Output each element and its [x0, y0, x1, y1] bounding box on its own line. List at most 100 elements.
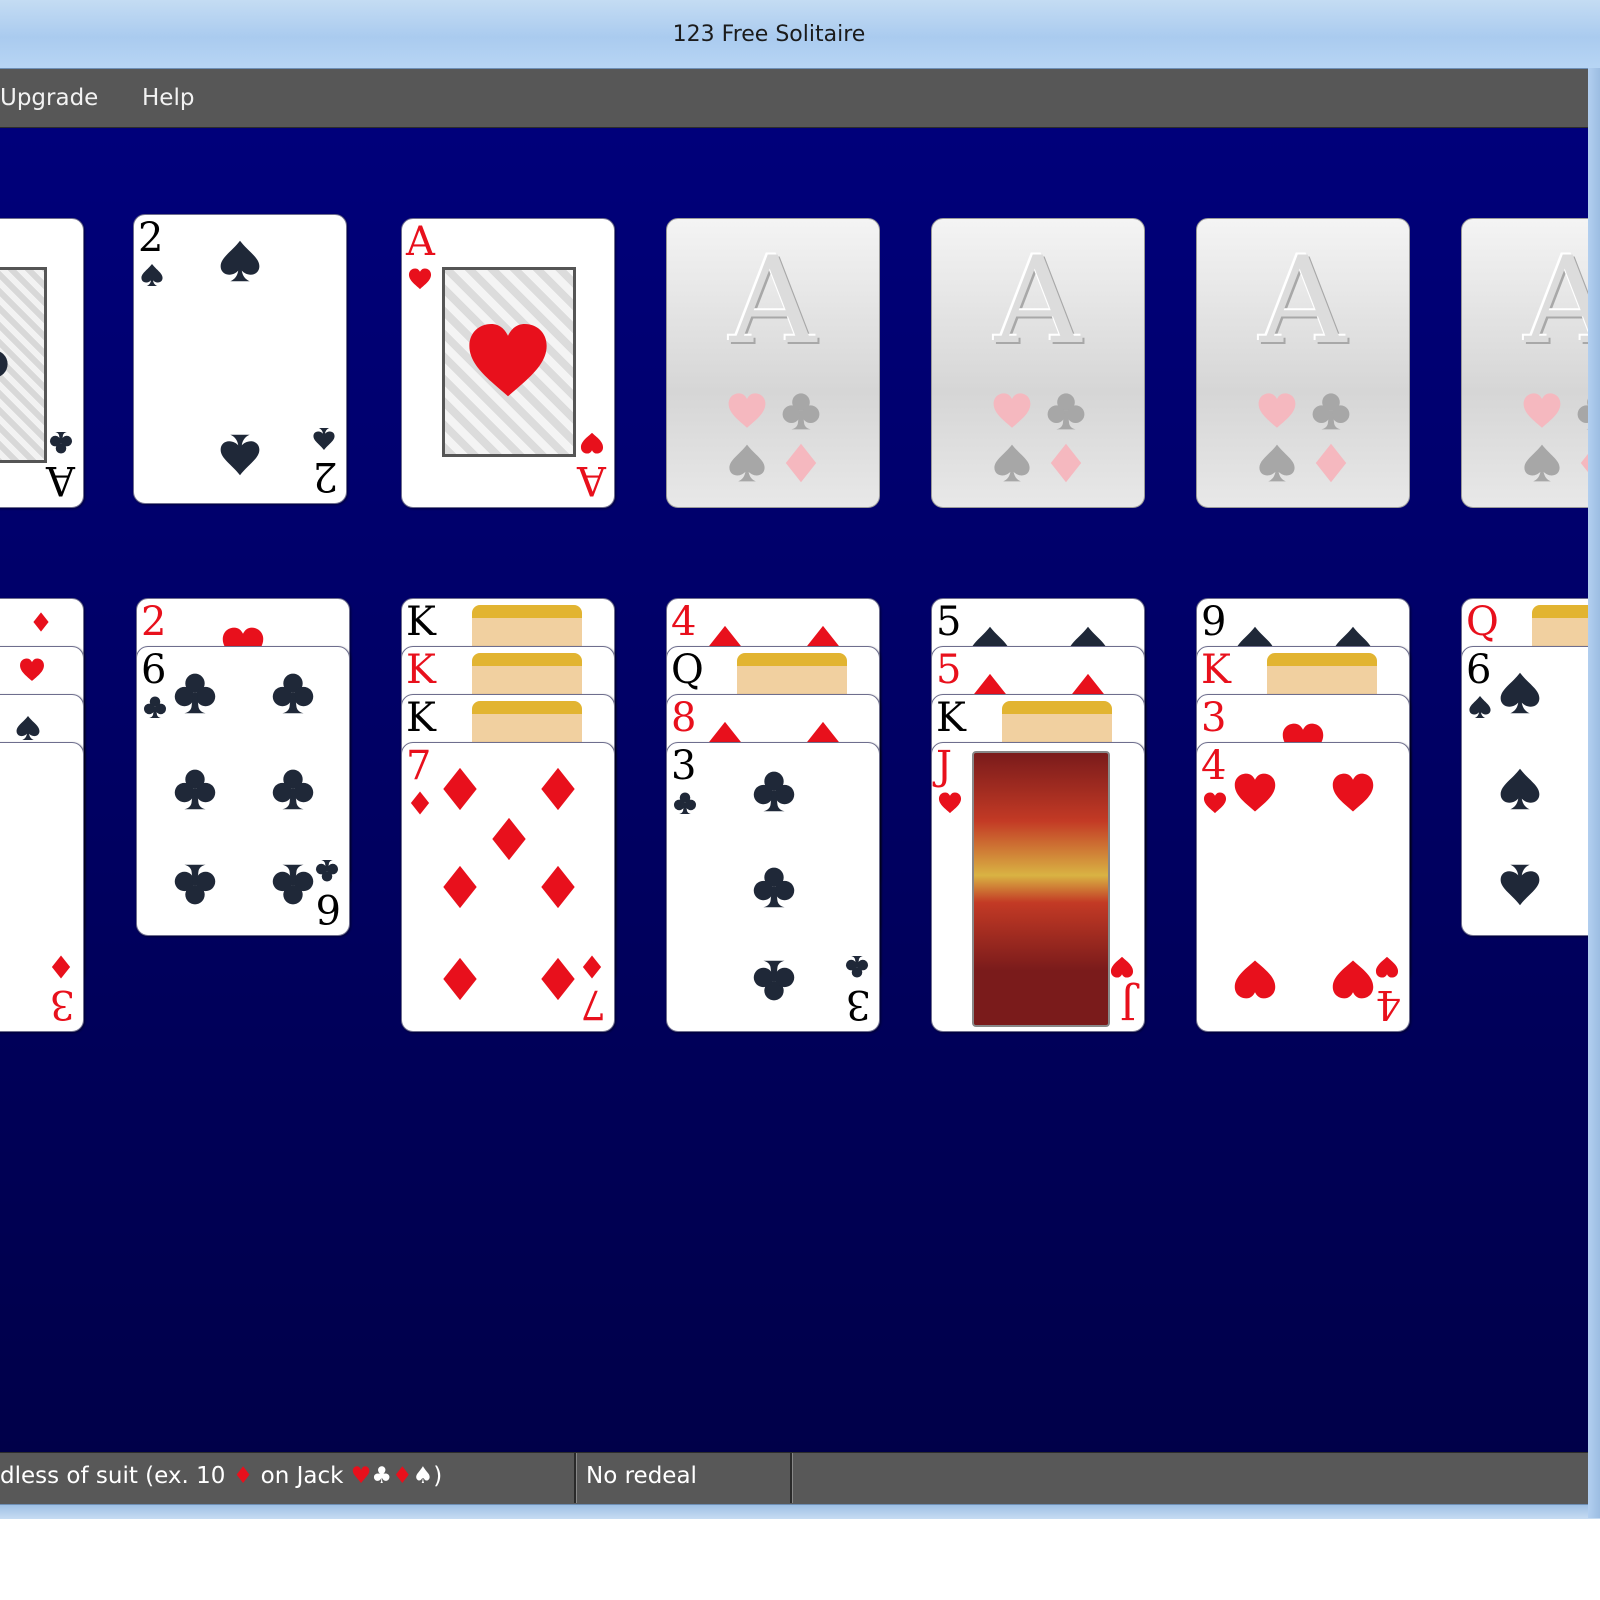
- foundation-1[interactable]: A: [666, 218, 880, 508]
- card-rank: 3: [49, 981, 75, 1027]
- diamond-icon: [1311, 443, 1351, 483]
- diamond-icon: [438, 767, 482, 811]
- game-window: 123 Free Solitaire Upgrade Help A 2 2 A …: [0, 0, 1600, 1560]
- card-corner: 3: [839, 947, 873, 1027]
- club-icon: [752, 769, 796, 813]
- heart-icon: [1522, 391, 1562, 431]
- diamond-icon: [580, 955, 604, 979]
- spade-icon: [218, 433, 262, 477]
- rule-text-part: ): [433, 1463, 443, 1489]
- diamond-icon: ♦: [392, 1463, 413, 1489]
- card-rank: 6: [141, 647, 167, 693]
- card-rank: 3: [1201, 695, 1227, 741]
- title-bar[interactable]: 123 Free Solitaire: [0, 0, 1600, 69]
- status-bar: dless of suit (ex. 10 ♦ on Jack ♥♣♦♠) No…: [0, 1452, 1600, 1505]
- king-face-image: [472, 605, 582, 649]
- card-rank: 2: [141, 599, 167, 645]
- diamond-icon: ♦: [232, 1463, 254, 1489]
- heart-icon: [938, 791, 962, 815]
- heart-icon: [1233, 771, 1277, 815]
- tableau-card-3-diamonds[interactable]: 3: [0, 742, 84, 1032]
- spade-icon: ♠: [412, 1463, 434, 1489]
- foundation-4[interactable]: A: [1461, 218, 1600, 508]
- tableau-card-3-clubs[interactable]: 3 3: [666, 742, 880, 1032]
- window-title: 123 Free Solitaire: [672, 22, 866, 47]
- diamond-icon: [31, 607, 51, 637]
- diamond-icon: [1046, 443, 1086, 483]
- club-icon: [845, 955, 869, 979]
- window-frame-bottom: [0, 1504, 1600, 1519]
- club-icon: [173, 767, 217, 811]
- waste-card-2-spades[interactable]: 2 2: [133, 214, 347, 504]
- heart-icon: [992, 391, 1032, 431]
- king-face-image: [472, 701, 582, 745]
- card-corner: J: [1104, 947, 1138, 1027]
- spade-icon: [1468, 695, 1492, 719]
- card-rank: 2: [138, 215, 164, 261]
- card-rank: 3: [671, 743, 697, 789]
- card-corner: 6: [309, 851, 343, 931]
- status-redeal-text: No redeal: [586, 1463, 697, 1489]
- foundation-label: A: [729, 232, 817, 371]
- status-redeal-segment: No redeal: [576, 1453, 792, 1503]
- window-frame-right: [1588, 68, 1600, 1518]
- king-face-image: [1002, 701, 1112, 745]
- jack-face-image: [972, 751, 1110, 1027]
- diamond-icon: [438, 865, 482, 909]
- tableau-card-6-spades[interactable]: 6: [1461, 646, 1600, 936]
- foundation-3[interactable]: A: [1196, 218, 1410, 508]
- heart-icon: [1375, 955, 1399, 979]
- tableau-card-7-diamonds[interactable]: 7 7: [401, 742, 615, 1032]
- heart-icon: [1257, 391, 1297, 431]
- heart-icon: [1331, 771, 1375, 815]
- heart-icon: [727, 391, 767, 431]
- card-rank: 5: [936, 599, 962, 645]
- spade-icon: [992, 443, 1032, 483]
- card-rank: 6: [315, 885, 341, 931]
- card-rank: A: [406, 219, 435, 265]
- club-icon: [173, 671, 217, 715]
- diamond-icon: [408, 791, 432, 815]
- spade-icon: [1522, 443, 1562, 483]
- diamond-icon: [49, 955, 73, 979]
- flower-icon: [19, 657, 45, 683]
- card-rank: A: [46, 457, 75, 503]
- card-rank: 4: [1201, 743, 1227, 789]
- card-rank: 5: [936, 647, 962, 693]
- menu-bar: Upgrade Help: [0, 69, 1600, 128]
- club-icon: [271, 671, 315, 715]
- waste-card-ace-hearts[interactable]: A A: [401, 218, 615, 508]
- club-icon: [673, 791, 697, 815]
- spade-icon: [727, 443, 767, 483]
- card-rank: K: [406, 599, 436, 645]
- club-icon: [781, 391, 821, 431]
- club-icon: [271, 767, 315, 811]
- club-icon: [1311, 391, 1351, 431]
- club-icon: [173, 863, 217, 907]
- card-rank: K: [406, 647, 436, 693]
- status-rule-segment: dless of suit (ex. 10 ♦ on Jack ♥♣♦♠): [0, 1453, 576, 1503]
- tableau-card-4-hearts[interactable]: 4 4: [1196, 742, 1410, 1032]
- heart-icon: [1110, 955, 1134, 979]
- menu-help[interactable]: Help: [142, 85, 194, 111]
- king-face-image: [472, 653, 582, 697]
- foundation-2[interactable]: A: [931, 218, 1145, 508]
- menu-upgrade[interactable]: Upgrade: [0, 85, 98, 111]
- game-table[interactable]: A 2 2 A A A A A 3 2 6 6 K K K 7 7 4 Q 8 …: [0, 128, 1600, 1452]
- heart-icon: [1233, 957, 1277, 1001]
- queen-face-image: [737, 653, 847, 697]
- spade-icon: [140, 263, 164, 287]
- diamond-icon: [536, 865, 580, 909]
- rule-text-part: on Jack: [253, 1463, 351, 1489]
- foundation-label: A: [1259, 232, 1347, 371]
- club-icon: [1046, 391, 1086, 431]
- spade-icon: [312, 427, 336, 451]
- tableau-card-6-clubs[interactable]: 6 6: [136, 646, 350, 936]
- card-corner: 7: [574, 947, 608, 1027]
- foundation-label: A: [994, 232, 1082, 371]
- tableau-card-jack-hearts[interactable]: J J: [931, 742, 1145, 1032]
- card-rank: 3: [845, 981, 871, 1027]
- stock-card[interactable]: A: [0, 218, 84, 508]
- card-rank: A: [577, 457, 606, 503]
- card-rank: J: [1119, 981, 1136, 1027]
